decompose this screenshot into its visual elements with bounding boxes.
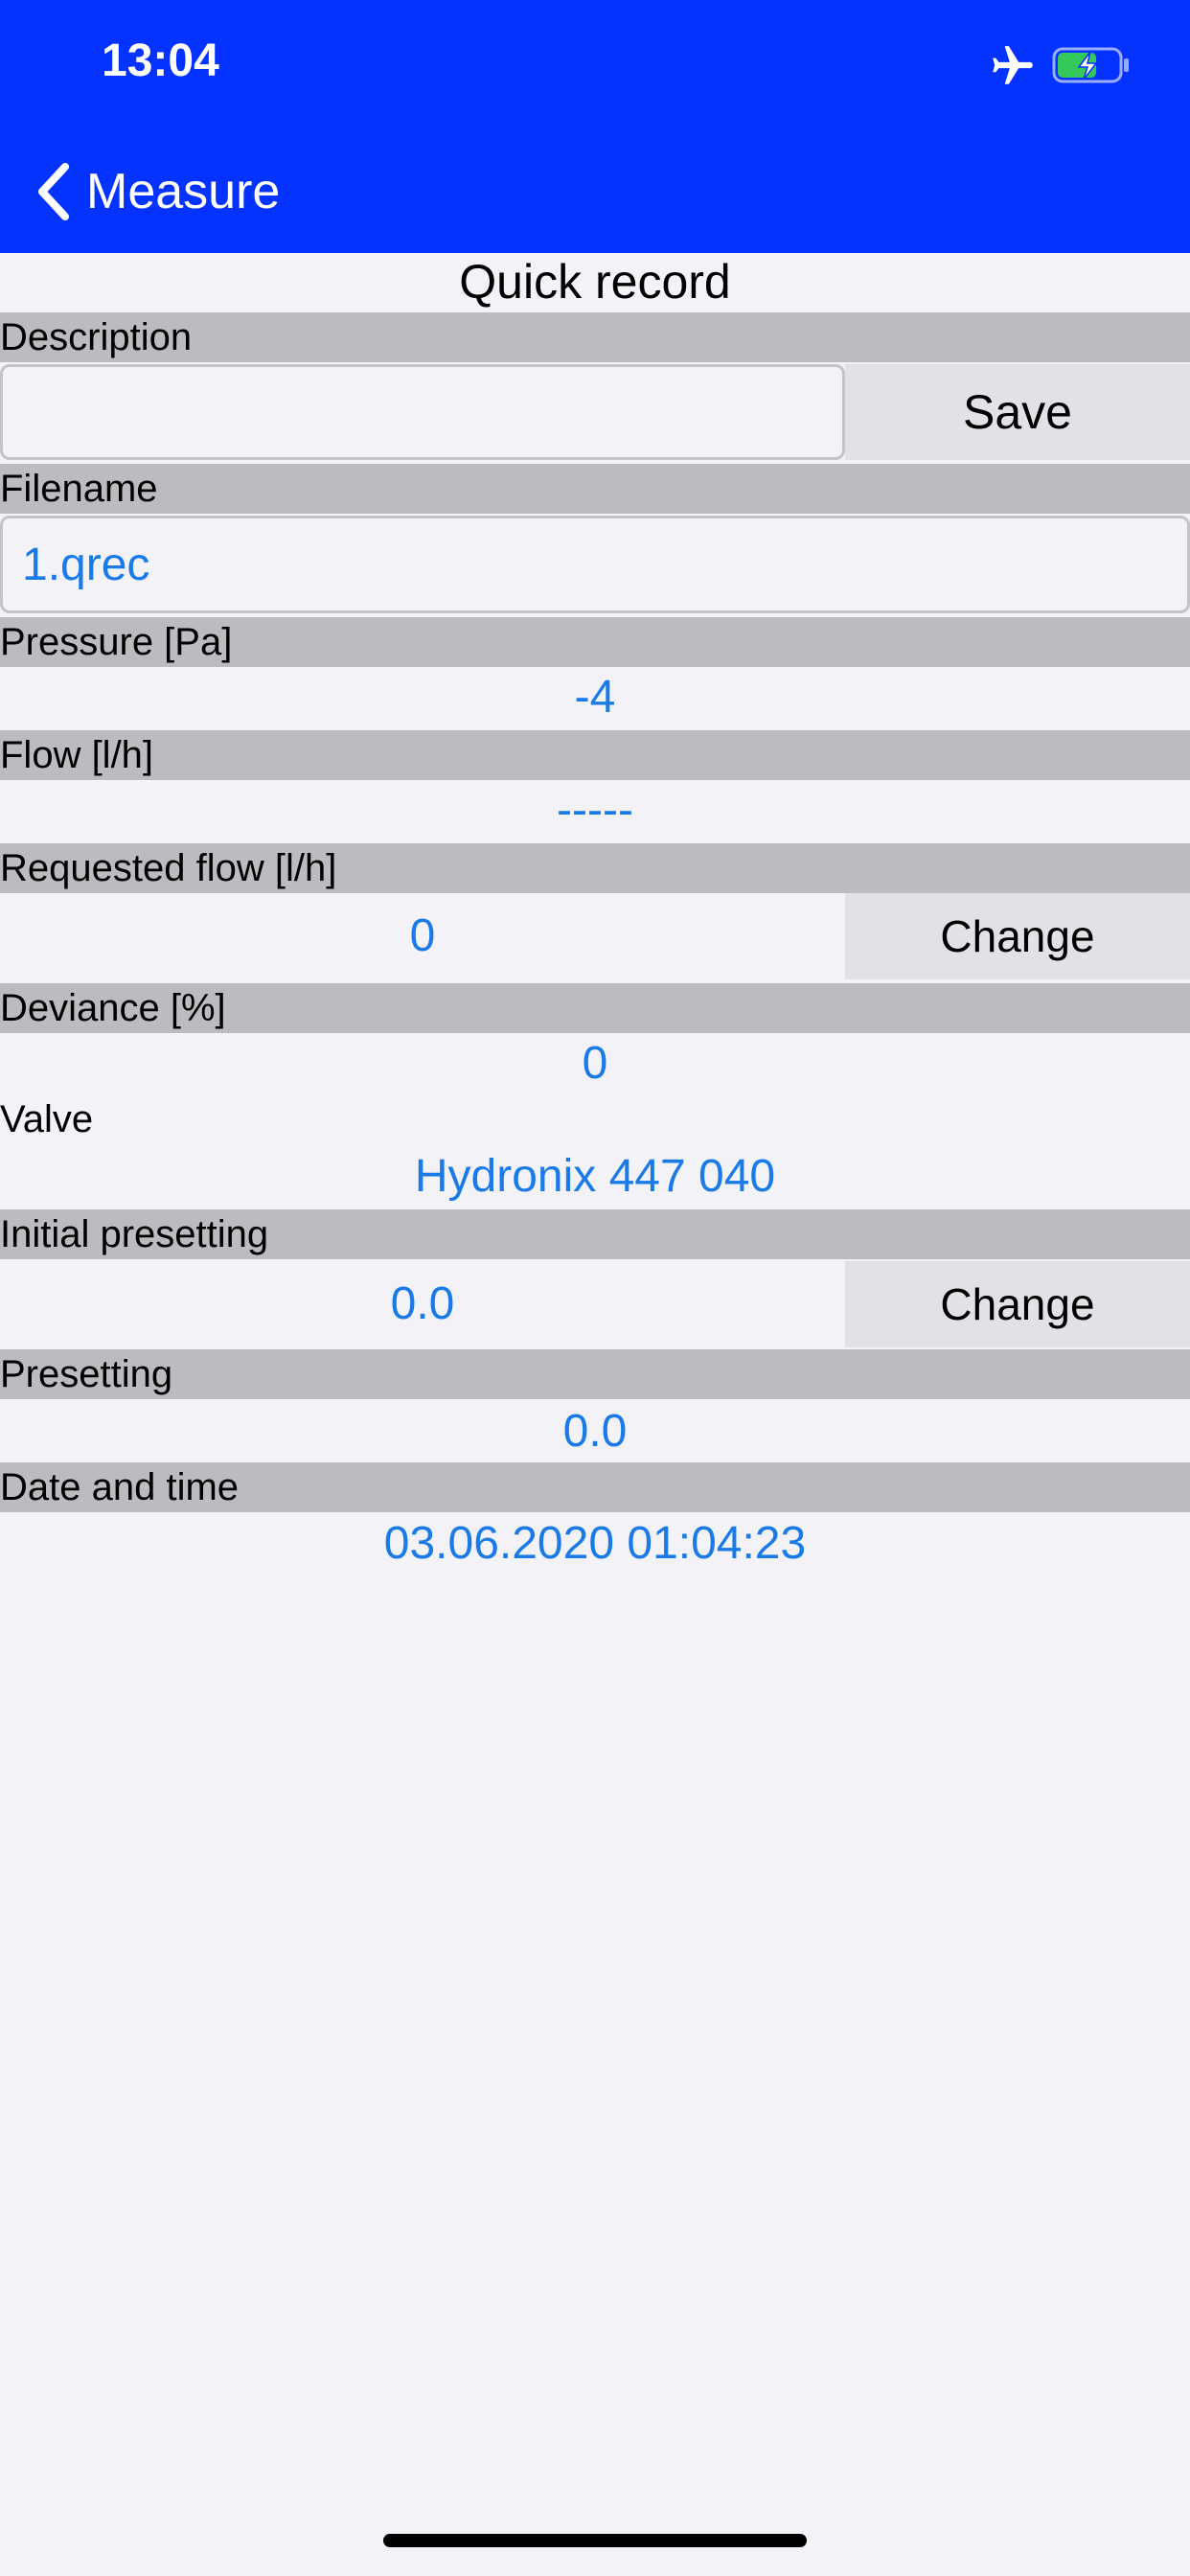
back-button[interactable]: Measure <box>34 153 280 230</box>
home-indicator <box>383 2534 807 2547</box>
pressure-value: -4 <box>574 672 616 723</box>
filename-field[interactable] <box>0 516 1190 613</box>
page-title: Quick record <box>459 255 731 309</box>
save-button[interactable]: Save <box>845 364 1190 460</box>
pressure-header: Pressure [Pa] <box>0 617 1190 667</box>
requested-flow-header: Requested flow [l/h] <box>0 843 1190 893</box>
presetting-header: Presetting <box>0 1349 1190 1399</box>
date-time-value: 03.06.2020 01:04:23 <box>383 1518 807 1569</box>
change-initial-presetting-button[interactable]: Change <box>845 1261 1190 1347</box>
initial-presetting-value: 0.0 <box>390 1278 455 1329</box>
filename-header: Filename <box>0 464 1190 514</box>
status-time: 13:04 <box>102 35 219 86</box>
valve-label: Valve <box>0 1098 94 1140</box>
flow-value: ----- <box>557 785 633 836</box>
flow-header: Flow [l/h] <box>0 730 1190 780</box>
initial-presetting-header: Initial presetting <box>0 1209 1190 1259</box>
description-field[interactable] <box>0 364 845 460</box>
description-header: Description <box>0 312 1190 362</box>
date-time-header: Date and time <box>0 1462 1190 1512</box>
navigation-bar: 13:04 Measure <box>0 0 1190 253</box>
change-requested-flow-button[interactable]: Change <box>845 893 1190 979</box>
airplane-icon <box>993 46 1033 84</box>
deviance-value: 0 <box>582 1038 608 1089</box>
deviance-header: Deviance [%] <box>0 983 1190 1033</box>
battery-charging-icon <box>1052 47 1129 83</box>
valve-value[interactable]: Hydronix 447 040 <box>0 1146 1190 1208</box>
back-button-label: Measure <box>86 164 281 219</box>
chevron-left-icon <box>38 163 69 220</box>
presetting-value: 0.0 <box>562 1406 628 1457</box>
requested-flow-value: 0 <box>409 910 436 961</box>
